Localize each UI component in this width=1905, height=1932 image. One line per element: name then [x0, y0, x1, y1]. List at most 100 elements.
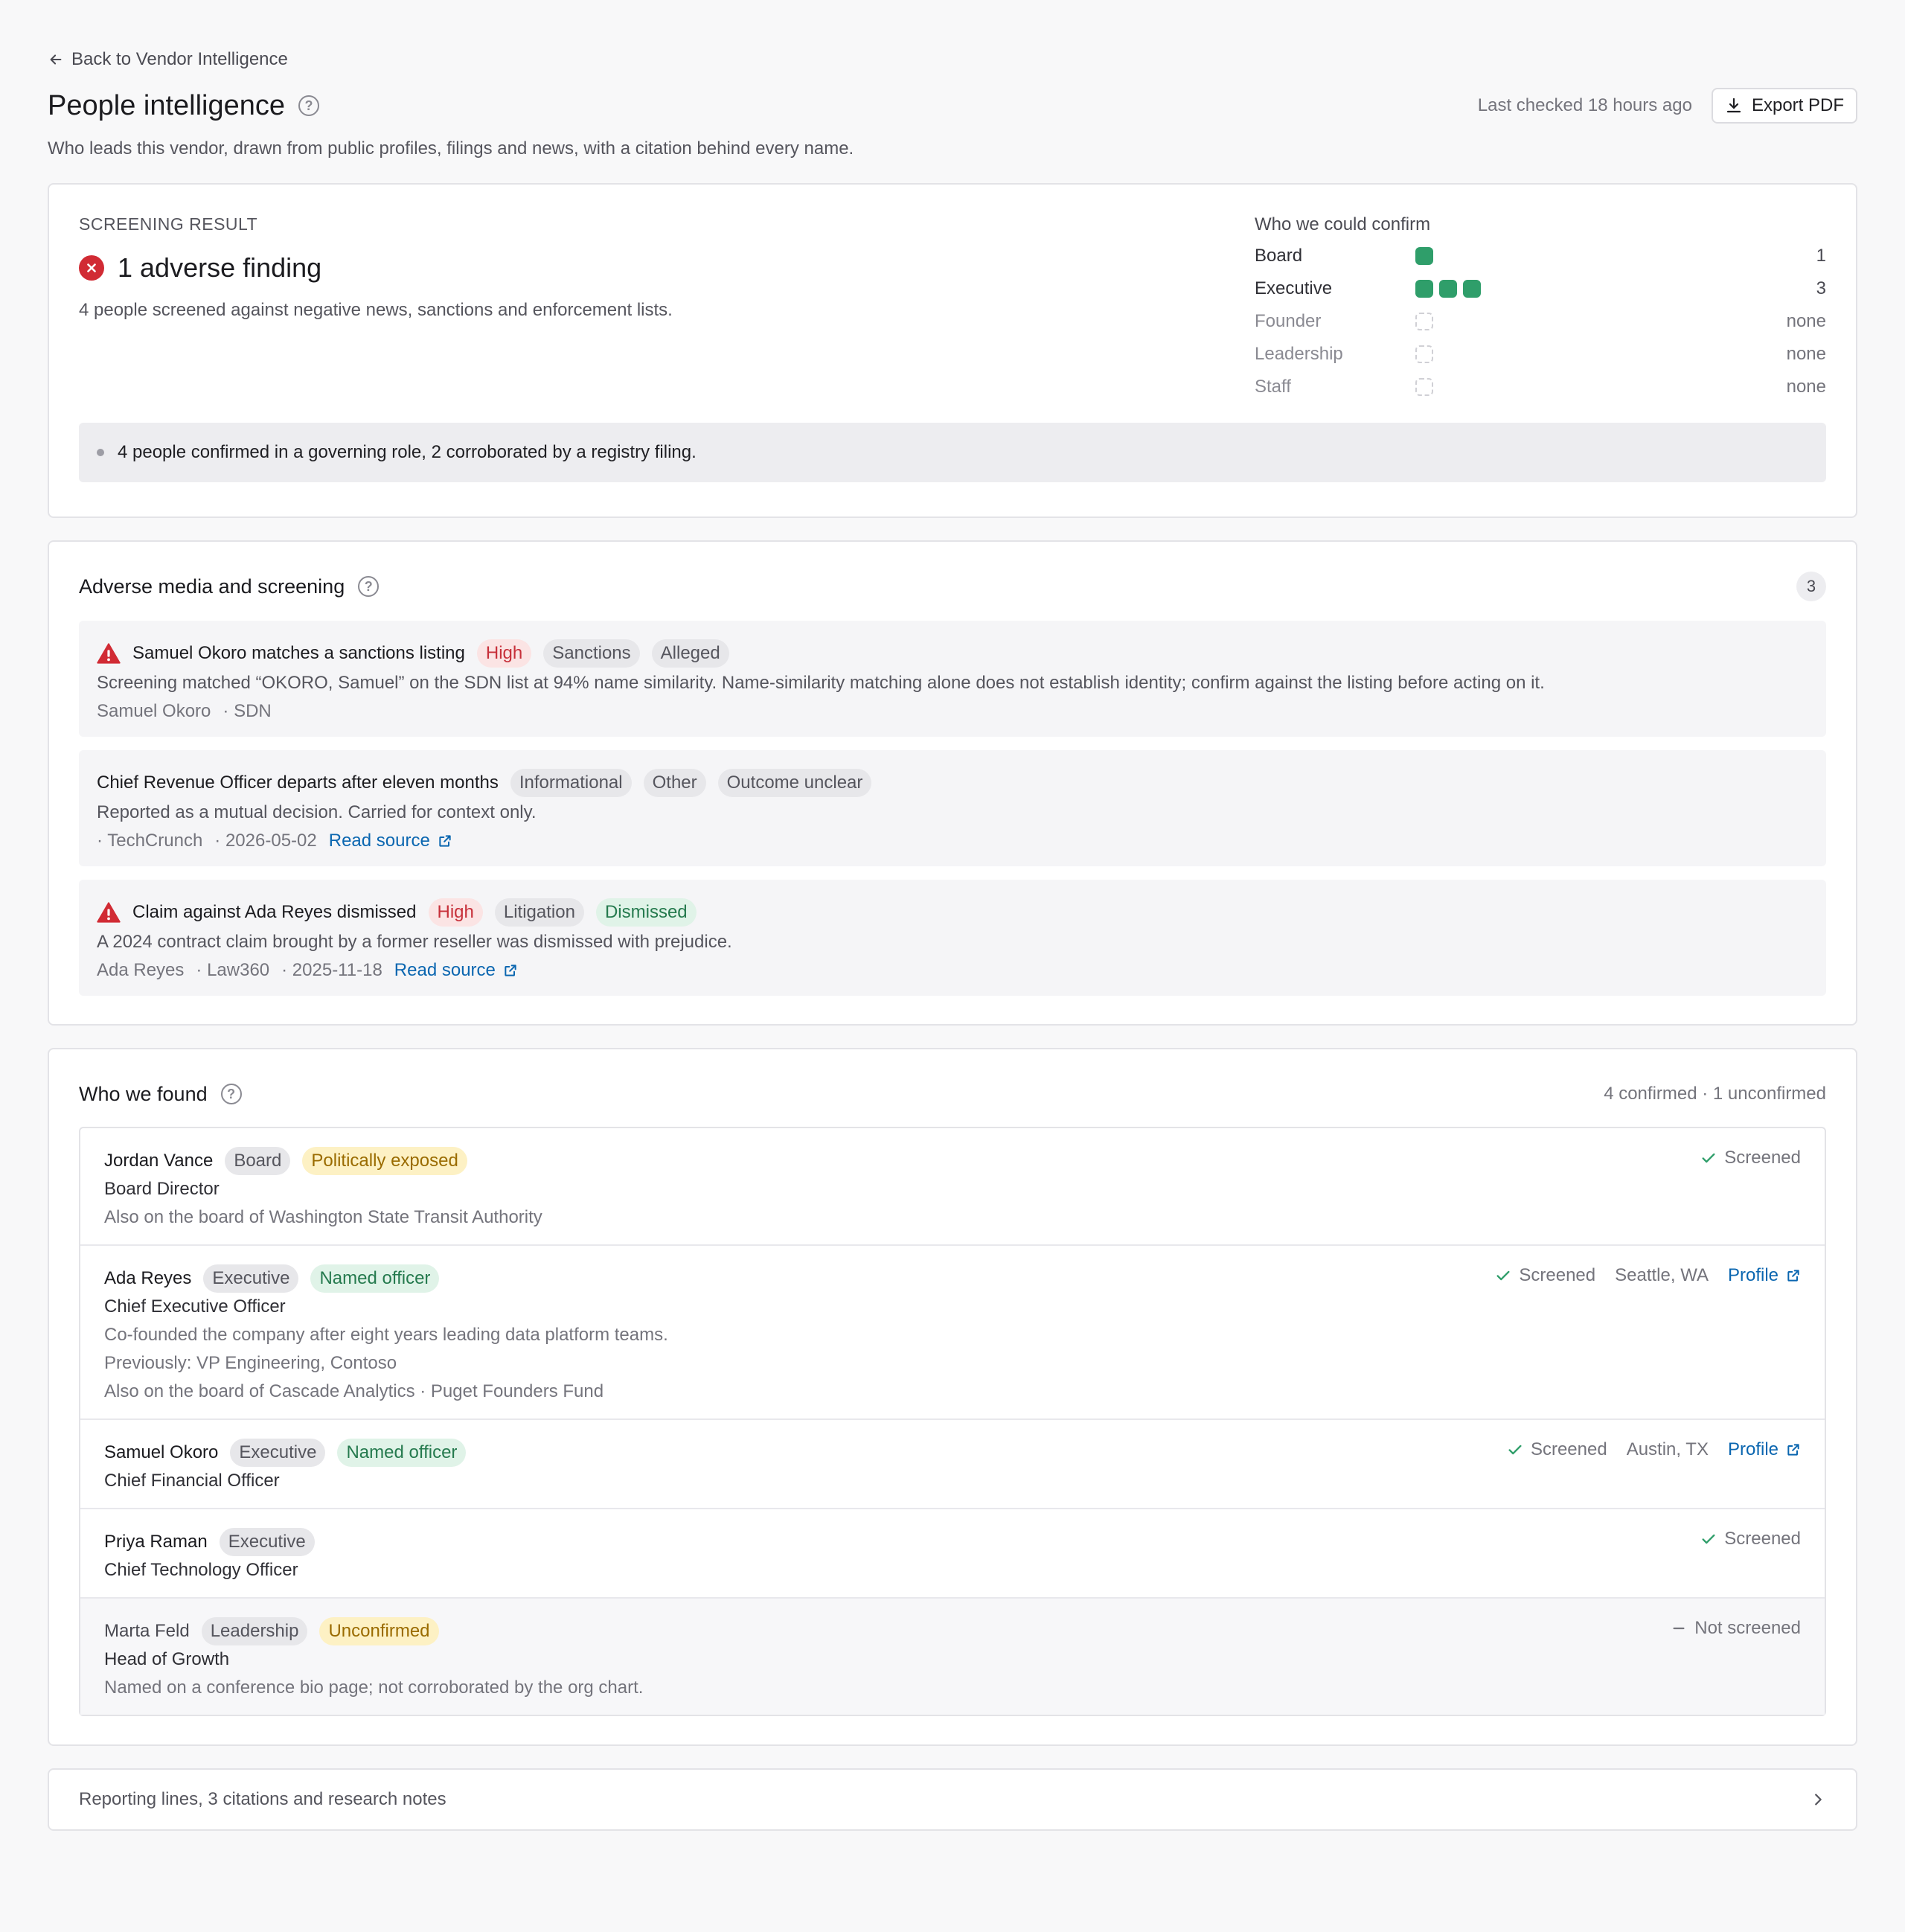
help-icon[interactable]: ?: [298, 95, 320, 116]
meta-text: Ada Reyes: [97, 960, 185, 980]
role-count-dots: [1415, 378, 1781, 396]
person-details: Marta Feld Leadership Unconfirmed Head of G…: [104, 1616, 643, 1698]
person-title: Chief Technology Officer: [104, 1560, 298, 1580]
screening-result-card: SCREENING RESULT 1 adverse finding 4 peo…: [48, 183, 1857, 518]
role-count: 1: [1816, 246, 1826, 266]
meta-text: · Law360: [196, 960, 270, 980]
person-details: Priya Raman Executive Chief Technology Off…: [104, 1527, 315, 1581]
role-dot: [1415, 345, 1433, 363]
arrow-left-icon: [50, 54, 62, 65]
tag-named-officer: Named officer: [310, 1264, 440, 1293]
adverse-media-card: Adverse media and screening ? 3 Samuel O…: [48, 540, 1857, 1026]
person-row-marta-feld[interactable]: Marta Feld Leadership Unconfirmed Head of G…: [80, 1597, 1825, 1715]
last-checked-text: Last checked 18 hours ago: [1477, 95, 1692, 115]
person-title: Chief Executive Officer: [104, 1296, 286, 1317]
profile-label: Profile: [1727, 1439, 1778, 1459]
adverse-item-description: Reported as a mutual decision. Carried f…: [97, 802, 537, 822]
person-row-ada-reyes[interactable]: Ada Reyes Executive Named officer Chief Exe…: [80, 1244, 1825, 1418]
status-label: Screened: [1530, 1439, 1607, 1459]
screened-status: Screened: [1700, 1148, 1801, 1168]
status-label: Screened: [1724, 1529, 1801, 1549]
role-count-dots: [1415, 280, 1781, 298]
adverse-item-header: Samuel Okoro matches a sanctions listing…: [97, 639, 1808, 668]
role-label: Board: [1255, 246, 1303, 266]
person-location: Austin, TX: [1626, 1439, 1709, 1459]
not-screened-status: Not screened: [1671, 1618, 1801, 1639]
adverse-finding-headline: 1 adverse finding: [118, 252, 322, 283]
export-pdf-button[interactable]: Export PDF: [1711, 88, 1857, 124]
role-label: Staff: [1255, 377, 1291, 397]
adverse-item[interactable]: Chief Revenue Officer departs after elev…: [79, 750, 1826, 866]
back-link[interactable]: Back to Vendor Intelligence: [48, 48, 1857, 71]
tag-board: Board: [225, 1147, 291, 1175]
warning-triangle-icon: [97, 642, 121, 665]
tag-executive: Executive: [230, 1439, 326, 1467]
role-row-board: Board 1: [1255, 240, 1826, 272]
role-row-leadership: Leadership none: [1255, 338, 1826, 371]
role-label: Founder: [1255, 311, 1322, 331]
person-details: Samuel Okoro Executive Named officer Chief …: [104, 1438, 467, 1491]
status-label: Screened: [1519, 1265, 1596, 1285]
people-list: Jordan Vance Board Politically exposed Boar…: [79, 1127, 1826, 1716]
role-row-founder: Founder none: [1255, 305, 1826, 338]
adverse-item-title: Chief Revenue Officer departs after elev…: [97, 773, 499, 793]
tag-unconfirmed: Unconfirmed: [319, 1617, 439, 1645]
profile-label: Profile: [1727, 1265, 1778, 1285]
help-icon[interactable]: ?: [220, 1084, 242, 1104]
profile-link[interactable]: Profile: [1728, 1439, 1801, 1460]
person-row-samuel-okoro[interactable]: Samuel Okoro Executive Named officer Chief …: [80, 1418, 1825, 1508]
adverse-item-meta: · TechCrunch · 2026-05-02 Read source: [97, 831, 1808, 851]
person-note: Previously: VP Engineering, Contoso: [104, 1353, 397, 1373]
person-title: Board Director: [104, 1179, 220, 1199]
meta-text: · 2026-05-02: [214, 831, 317, 851]
person-row-priya-raman[interactable]: Priya Raman Executive Chief Technology Off…: [80, 1508, 1825, 1597]
role-confirmation-panel: Who we could confirm Board 1 Executive 3 Fou…: [1255, 214, 1826, 403]
role-count-dots: [1415, 313, 1781, 330]
confirm-title: Who we could confirm: [1255, 214, 1431, 234]
adverse-item[interactable]: Claim against Ada Reyes dismissed High Lit…: [79, 880, 1826, 996]
found-count: 4 confirmed · 1 unconfirmed: [1604, 1084, 1826, 1104]
role-dot: [1415, 378, 1433, 396]
read-source-label: Read source: [328, 831, 430, 851]
adverse-count-badge: 3: [1796, 572, 1826, 601]
person-name: Jordan Vance: [104, 1151, 214, 1171]
external-link-icon: [1786, 1268, 1801, 1283]
tag-politically-exposed: Politically exposed: [302, 1147, 467, 1175]
adverse-item-header: Claim against Ada Reyes dismissed High Lit…: [97, 898, 1808, 927]
person-details: Jordan Vance Board Politically exposed Boar…: [104, 1146, 542, 1228]
role-dot: [1463, 280, 1481, 298]
person-title: Head of Growth: [104, 1649, 230, 1669]
check-icon: [1507, 1442, 1523, 1458]
role-count: none: [1786, 311, 1826, 331]
read-source-label: Read source: [394, 960, 496, 980]
tag-high: High: [428, 898, 483, 927]
adverse-item-description: Screening matched “OKORO, Samuel” on the…: [97, 673, 1545, 693]
person-row-jordan-vance[interactable]: Jordan Vance Board Politically exposed Boar…: [80, 1128, 1825, 1244]
research-notes-expander[interactable]: Reporting lines, 3 citations and researc…: [48, 1768, 1857, 1831]
read-source-link[interactable]: Read source: [329, 831, 452, 851]
person-status-area: Screened Seattle, WA Profile: [1495, 1264, 1801, 1402]
role-count: none: [1786, 344, 1826, 364]
role-count-dots: [1415, 345, 1781, 363]
bullet-dot: [97, 449, 104, 456]
adverse-section-title: Adverse media and screening: [79, 575, 345, 598]
export-pdf-label: Export PDF: [1751, 95, 1844, 115]
person-status-area: Screened: [1700, 1527, 1801, 1581]
person-note: Co-founded the company after eight years…: [104, 1325, 668, 1345]
external-link-icon: [1786, 1442, 1801, 1457]
check-icon: [1495, 1267, 1511, 1284]
tag-dismissed: Dismissed: [595, 898, 697, 927]
back-link-label: Back to Vendor Intelligence: [71, 49, 288, 69]
check-icon: [1700, 1150, 1717, 1166]
read-source-link[interactable]: Read source: [394, 960, 518, 981]
adverse-item[interactable]: Samuel Okoro matches a sanctions listing…: [79, 621, 1826, 737]
adverse-item-title: Claim against Ada Reyes dismissed: [132, 902, 417, 922]
person-header: Priya Raman Executive: [104, 1527, 315, 1557]
person-details: Ada Reyes Executive Named officer Chief Exe…: [104, 1264, 668, 1402]
role-label: Executive: [1255, 278, 1333, 298]
help-icon[interactable]: ?: [358, 576, 380, 597]
screening-summary-text: 4 people confirmed in a governing role, …: [118, 442, 697, 462]
profile-link[interactable]: Profile: [1728, 1265, 1801, 1286]
person-name: Ada Reyes: [104, 1268, 192, 1288]
screened-status: Screened: [1700, 1529, 1801, 1549]
